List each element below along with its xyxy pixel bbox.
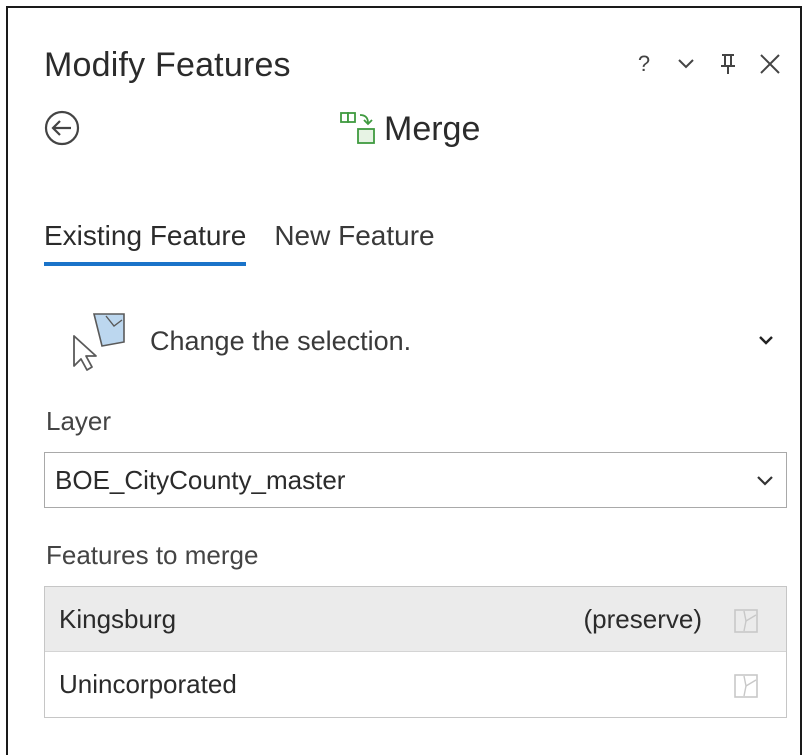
features-list: Kingsburg (preserve) Unincorporated [44, 586, 787, 718]
merge-icon [340, 112, 375, 144]
tab-new-feature[interactable]: New Feature [274, 220, 434, 266]
help-button[interactable]: ? [632, 48, 656, 80]
modify-features-pane: Modify Features ? Merge Existing Feature… [6, 6, 802, 755]
options-button[interactable] [674, 48, 698, 80]
polygon-feature-icon [734, 674, 758, 698]
chevron-down-icon[interactable] [752, 326, 780, 354]
list-item[interactable]: Unincorporated [45, 652, 786, 717]
feature-name: Unincorporated [59, 669, 237, 699]
layer-dropdown[interactable]: BOE_CityCounty_master [44, 452, 787, 508]
pane-controls: ? [632, 44, 782, 84]
pin-button[interactable] [716, 48, 740, 80]
preserve-tag: (preserve) [583, 603, 702, 634]
back-arrow-icon [44, 110, 80, 146]
select-features-icon [73, 313, 125, 371]
selection-text: Change the selection. [150, 325, 412, 356]
chevron-down-icon [678, 59, 694, 69]
pane-title: Modify Features [44, 46, 291, 84]
list-item[interactable]: Kingsburg (preserve) [45, 587, 786, 652]
tab-bar: Existing Feature New Feature [44, 220, 435, 266]
polygon-feature-icon [734, 609, 758, 633]
layer-label: Layer [46, 406, 112, 436]
tool-name: Merge [384, 109, 481, 148]
back-button[interactable] [42, 108, 86, 148]
layer-value: BOE_CityCounty_master [55, 464, 346, 495]
change-selection-row[interactable]: Change the selection. [68, 306, 788, 376]
tab-existing-feature[interactable]: Existing Feature [44, 220, 247, 266]
pin-icon [721, 54, 735, 74]
chevron-down-icon [757, 476, 773, 486]
feature-name: Kingsburg [59, 603, 177, 634]
tool-header: Merge [338, 106, 480, 152]
close-icon [760, 54, 780, 74]
close-button[interactable] [758, 48, 782, 80]
features-to-merge-label: Features to merge [46, 540, 259, 570]
